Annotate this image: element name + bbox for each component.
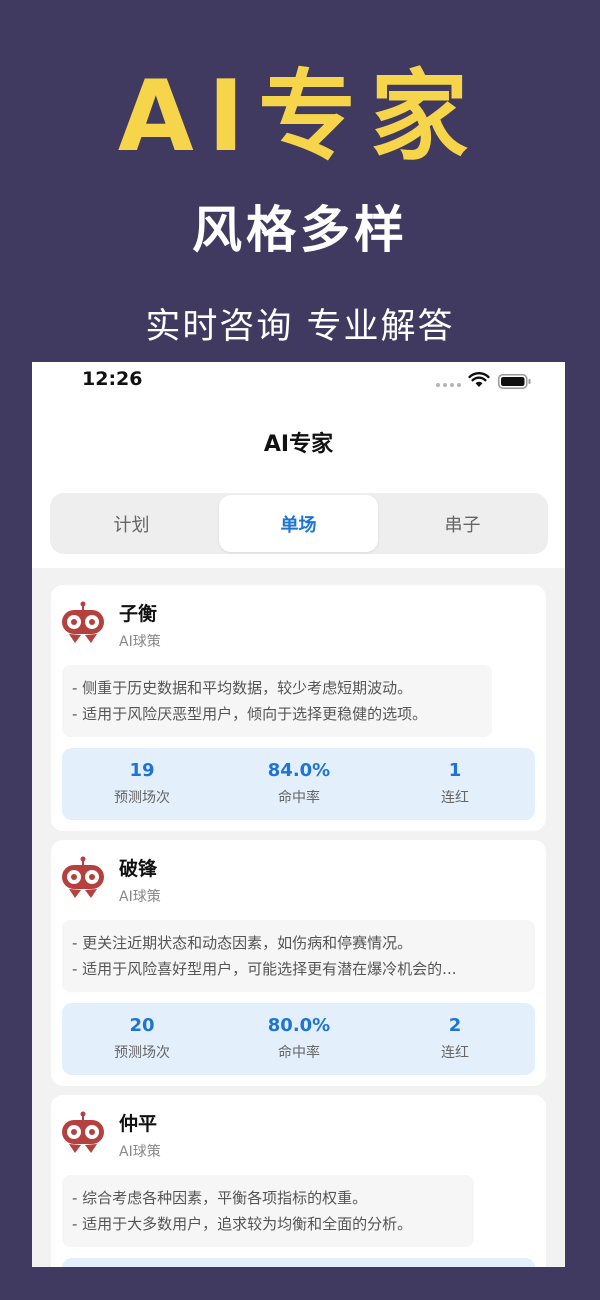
stat-predictions: 19 预测场次 [62, 760, 222, 807]
expert-description: - 侧重于历史数据和平均数据，较少考虑短期波动。 - 适用于风险厌恶型用户，倾向… [62, 665, 492, 737]
expert-subtitle: AI球策 [119, 1144, 161, 1160]
expert-name: 仲平 [119, 1113, 158, 1135]
expert-subtitle: AI球策 [119, 634, 161, 650]
expert-name: 破锋 [119, 858, 158, 880]
description-line: - 侧重于历史数据和平均数据，较少考虑短期波动。 [72, 679, 413, 697]
robot-football-avatar-icon [62, 601, 104, 643]
stat-label: 预测场次 [114, 790, 170, 806]
stat-label: 连红 [441, 790, 469, 806]
expert-subtitle: AI球策 [119, 889, 161, 905]
stat-value: 20 [129, 1015, 155, 1036]
tab-plan[interactable]: 计划 [52, 495, 211, 552]
expert-card[interactable]: 子衡 AI球策 - 侧重于历史数据和平均数据，较少考虑短期波动。 - 适用于风险… [51, 585, 546, 831]
robot-football-avatar-icon [62, 1111, 104, 1153]
page-title: AI专家 [263, 432, 334, 457]
expert-stats [62, 1258, 535, 1267]
stat-predictions: 20 预测场次 [62, 1015, 222, 1062]
tab-single[interactable]: 单场 [219, 495, 378, 552]
promo-tagline: 实时咨询 专业解答 [145, 307, 455, 347]
stat-label: 命中率 [278, 1045, 320, 1061]
stat-value: 84.0% [267, 760, 331, 781]
description-line: - 适用于大多数用户，追求较为均衡和全面的分析。 [72, 1215, 413, 1233]
stat-hit-rate: 84.0% 命中率 [219, 760, 379, 807]
expert-name: 子衡 [119, 603, 158, 625]
expert-card[interactable]: 破锋 AI球策 - 更关注近期状态和动态因素，如伤病和停赛情况。 - 适用于风险… [51, 840, 546, 1086]
expert-description: - 更关注近期状态和动态因素，如伤病和停赛情况。 - 适用于风险喜好型用户，可能… [62, 920, 535, 992]
robot-football-avatar-icon [62, 856, 104, 898]
stat-hit-rate: 80.0% 命中率 [219, 1015, 379, 1062]
expert-stats: 19 预测场次 84.0% 命中率 1 连红 [62, 748, 535, 820]
stat-label: 预测场次 [114, 1045, 170, 1061]
description-line: - 适用于风险喜好型用户，可能选择更有潜在爆冷机会的... [72, 960, 457, 978]
segmented-tabs: 计划 单场 串子 [50, 493, 548, 554]
stat-label: 连红 [441, 1045, 469, 1061]
description-line: - 更关注近期状态和动态因素，如伤病和停赛情况。 [72, 934, 413, 952]
description-line: - 适用于风险厌恶型用户，倾向于选择更稳健的选项。 [72, 705, 428, 723]
battery-icon [498, 374, 531, 389]
phone-screen: 12:26 AI专家 计划 单场 串子 子衡 AI球策 - 侧重于历史数据和平均… [32, 362, 565, 1267]
stat-value: 19 [129, 760, 155, 781]
promo-title: AI专家 [117, 60, 483, 174]
stat-label: 命中率 [278, 790, 320, 806]
expert-stats: 20 预测场次 80.0% 命中率 2 连红 [62, 1003, 535, 1075]
promo-subtitle: 风格多样 [192, 201, 408, 259]
signal-dots-icon [436, 383, 461, 387]
description-line: - 综合考虑各种因素，平衡各项指标的权重。 [72, 1189, 368, 1207]
status-bar: 12:26 [32, 362, 565, 402]
stat-value: 1 [448, 760, 462, 781]
stat-streak: 2 连红 [375, 1015, 535, 1062]
stat-value: 2 [448, 1015, 462, 1036]
expert-description: - 综合考虑各种因素，平衡各项指标的权重。 - 适用于大多数用户，追求较为均衡和… [62, 1175, 474, 1247]
stat-value: 80.0% [267, 1015, 331, 1036]
tab-combo[interactable]: 串子 [383, 495, 542, 552]
expert-card[interactable]: 仲平 AI球策 - 综合考虑各种因素，平衡各项指标的权重。 - 适用于大多数用户… [51, 1095, 546, 1267]
stat-streak: 1 连红 [375, 760, 535, 807]
status-time: 12:26 [82, 368, 143, 390]
wifi-icon [468, 372, 490, 387]
app-header: 12:26 AI专家 计划 单场 串子 [32, 362, 565, 568]
